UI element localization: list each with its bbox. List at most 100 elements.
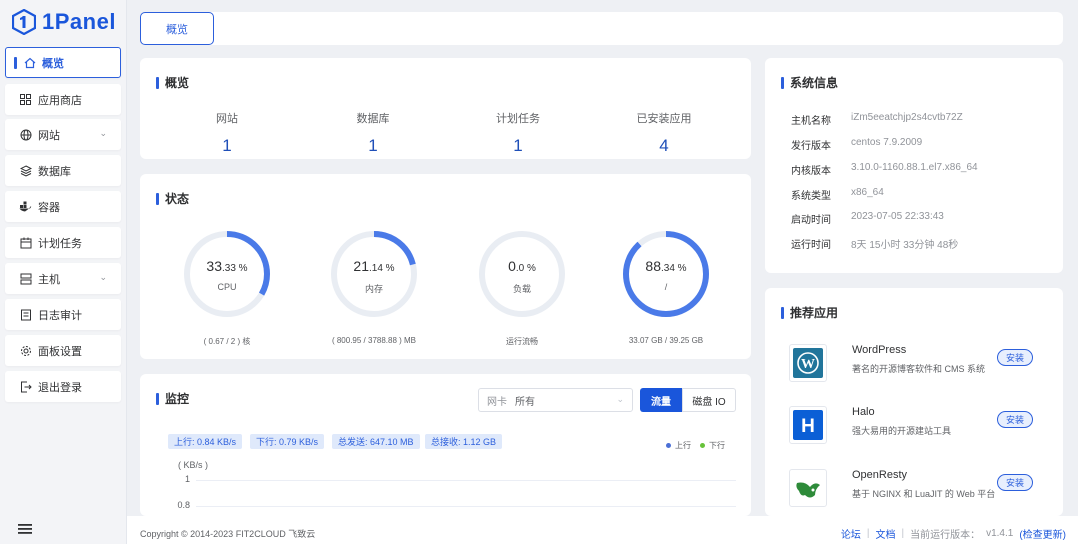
sidebar-item-logout[interactable]: 退出登录 (5, 371, 121, 402)
traffic-toggle[interactable]: 流量 (640, 388, 682, 412)
gear-icon (19, 344, 32, 357)
info-boot-time: 启动时间 2023-07-05 22:33:43 (791, 211, 944, 226)
collapse-menu-icon[interactable] (18, 523, 32, 535)
sidebar-item-websites[interactable]: 网站 ⌄ (5, 119, 121, 150)
app-desc: 著名的开源博客软件和 CMS 系统 (852, 364, 986, 374)
title-bar (156, 192, 159, 205)
sidebar-item-app-store[interactable]: 应用商店 (5, 84, 121, 115)
title-bar (781, 306, 784, 319)
app-name: OpenResty (852, 469, 908, 481)
sidebar-item-containers[interactable]: 容器 (5, 191, 121, 222)
sidebar-item-overview[interactable]: 概览 (5, 47, 121, 78)
sidebar-item-label: 计划任务 (38, 237, 82, 250)
info-key: 系统类型 (791, 191, 831, 202)
info-release: 发行版本 centos 7.9.2009 (791, 137, 922, 152)
info-hostname: 主机名称 iZm5eeatchjp2s4cvtb72Z (791, 112, 963, 127)
overview-title: 概览 (165, 76, 190, 90)
grid-line (196, 506, 736, 507)
download-rate-badge: 下行: 0.79 KB/s (250, 434, 325, 449)
sidebar-item-label: 日志审计 (38, 309, 82, 322)
info-value: iZm5eeatchjp2s4cvtb72Z (851, 112, 963, 123)
gauge-dec: .33 % (222, 263, 248, 274)
title-bar (156, 76, 159, 89)
svg-text:H: H (801, 416, 815, 437)
stat-label: 数据库 (356, 113, 390, 125)
install-button[interactable]: 安装 (997, 474, 1033, 491)
legend-download[interactable]: 下行 (700, 440, 725, 451)
info-key: 启动时间 (791, 215, 831, 226)
install-button[interactable]: 安装 (997, 349, 1033, 366)
stat-websites[interactable]: 网站 1 (167, 110, 287, 156)
app-card-wordpress[interactable]: W WordPress 著名的开源博客软件和 CMS 系统 安装 (789, 344, 1063, 384)
version-label: 当前运行版本： (910, 530, 981, 541)
info-key: 发行版本 (791, 141, 831, 152)
gauge-int: 33 (206, 258, 222, 274)
gauge-ring (184, 231, 270, 317)
install-button[interactable]: 安装 (997, 411, 1033, 428)
check-update-link[interactable]: (检查更新) (1019, 526, 1066, 541)
app-name: Halo (852, 406, 875, 418)
gauge-label: 负载 (512, 284, 531, 294)
logout-icon (19, 380, 32, 393)
info-value: centos 7.9.2009 (851, 137, 923, 148)
app-card-halo[interactable]: H Halo 强大易用的开源建站工具 安装 (789, 406, 1063, 446)
monitor-title: 监控 (165, 392, 190, 406)
version-value: v1.4.1 (986, 528, 1014, 539)
sidebar-item-cronjobs[interactable]: 计划任务 (5, 227, 121, 258)
stat-databases[interactable]: 数据库 1 (313, 110, 433, 156)
gauge-label: / (664, 282, 668, 292)
memory-gauge[interactable]: 21.14 % 内存 (330, 230, 418, 318)
gauge-value: 21.14 % (330, 258, 418, 274)
sidebar-item-settings[interactable]: 面板设置 (5, 335, 121, 366)
axis-unit: ( KB/s ) (178, 460, 209, 470)
chevron-down-icon: ⌄ (99, 272, 107, 282)
disk-gauge[interactable]: 88.34 % / (622, 230, 710, 318)
total-sent-badge: 总发送: 647.10 MB (332, 434, 420, 449)
sidebar-item-label: 主机 (38, 273, 60, 286)
cpu-gauge[interactable]: 33.33 % CPU (183, 230, 271, 318)
halo-icon: H (789, 406, 827, 444)
sidebar-item-logs[interactable]: 日志审计 (5, 299, 121, 330)
logo-icon (12, 9, 36, 35)
gauge-dec: .34 % (661, 263, 687, 274)
gauge-label: CPU (217, 282, 237, 292)
select-value: 所有 (515, 396, 535, 408)
forum-link[interactable]: 论坛 (841, 526, 861, 541)
grid-line (196, 480, 736, 481)
load-gauge[interactable]: 0.0 % 负载 (478, 230, 566, 318)
nic-select[interactable]: 网卡 所有 ⌄ (478, 388, 633, 412)
card-title: 概览 (156, 74, 189, 91)
tab-bar: 概览 (140, 12, 1063, 45)
sidebar-item-database[interactable]: 数据库 (5, 155, 121, 186)
sidebar-item-label: 退出登录 (38, 381, 82, 394)
sidebar-item-label: 数据库 (38, 165, 71, 178)
sysinfo-title: 系统信息 (790, 76, 839, 90)
stat-cronjobs[interactable]: 计划任务 1 (458, 110, 578, 156)
sidebar-item-host[interactable]: 主机 ⌄ (5, 263, 121, 294)
legend-label: 下行 (709, 441, 725, 450)
card-title: 监控 (156, 390, 189, 407)
home-icon (23, 56, 36, 69)
docs-link[interactable]: 文档 (875, 526, 895, 541)
stat-installed-apps[interactable]: 已安装应用 4 (604, 110, 724, 156)
globe-icon (19, 128, 32, 141)
total-received-badge: 总接收: 1.12 GB (425, 434, 503, 449)
monitor-card: 监控 网卡 所有 ⌄ 流量 磁盘 IO 上行: 0.84 KB/s 下行: 0.… (140, 374, 751, 516)
app-desc: 基于 NGINX 和 LuaJIT 的 Web 平台 (852, 489, 996, 499)
tab-overview[interactable]: 概览 (140, 12, 214, 45)
openresty-icon (789, 469, 827, 507)
app-card-openresty[interactable]: OpenResty 基于 NGINX 和 LuaJIT 的 Web 平台 安装 (789, 469, 1063, 509)
disk-io-toggle[interactable]: 磁盘 IO (682, 388, 736, 412)
legend-upload[interactable]: 上行 (666, 440, 691, 451)
chevron-down-icon: ⌄ (616, 394, 624, 404)
app-logo[interactable]: 1Panel (12, 6, 116, 38)
divider: | (866, 528, 870, 539)
info-key: 主机名称 (791, 116, 831, 127)
gauge-int: 0 (508, 258, 516, 274)
status-title: 状态 (165, 192, 190, 206)
wordpress-icon: W (789, 344, 827, 382)
sidebar: 1Panel 概览 应用商店 网站 ⌄ 数据库 容器 计划任务 主机 ⌄ 日志审… (0, 0, 127, 544)
sidebar-item-label: 容器 (38, 201, 60, 214)
title-bar (156, 392, 159, 405)
sidebar-item-label: 应用商店 (38, 94, 82, 107)
